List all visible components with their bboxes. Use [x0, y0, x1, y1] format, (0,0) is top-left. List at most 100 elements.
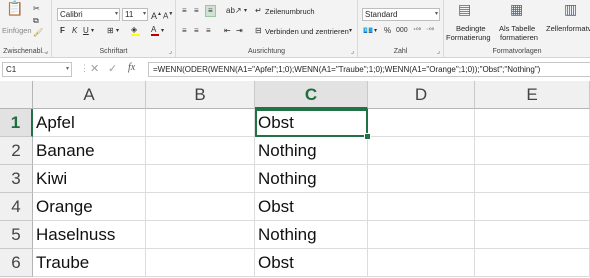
row-header[interactable]: 2: [0, 137, 33, 165]
cell-d3[interactable]: [368, 165, 475, 193]
merge-center-icon[interactable]: ⊟: [255, 26, 262, 36]
wrap-text-icon[interactable]: ↵: [255, 6, 262, 16]
cell-e1[interactable]: [475, 109, 590, 137]
cell-c6[interactable]: Obst: [255, 249, 368, 277]
cell-e4[interactable]: [475, 193, 590, 221]
name-box[interactable]: C1 ▾: [2, 62, 72, 77]
align-center-icon[interactable]: ≡: [194, 26, 199, 36]
cell-a6[interactable]: Traube: [33, 249, 146, 277]
column-header-c[interactable]: C: [255, 81, 368, 109]
number-format-select[interactable]: Standard ▾: [362, 8, 440, 21]
cell-a4[interactable]: Orange: [33, 193, 146, 221]
cell-c2[interactable]: Nothing: [255, 137, 368, 165]
cell-b6[interactable]: [146, 249, 255, 277]
formula-input[interactable]: =WENN(ODER(WENN(A1="Apfel";1;0);WENN(A1=…: [148, 62, 590, 77]
cell-e2[interactable]: [475, 137, 590, 165]
column-header-d[interactable]: D: [368, 81, 475, 109]
grow-font-icon[interactable]: A▲: [151, 9, 162, 21]
cell-e6[interactable]: [475, 249, 590, 277]
bold-button[interactable]: F: [60, 26, 65, 36]
orientation-icon[interactable]: ab↗: [226, 6, 242, 16]
column-header-e[interactable]: E: [475, 81, 590, 109]
cell-d5[interactable]: [368, 221, 475, 249]
cell-b1[interactable]: [146, 109, 255, 137]
cancel-icon[interactable]: ✕: [90, 62, 99, 75]
font-color-icon[interactable]: A: [151, 25, 159, 36]
align-top-icon[interactable]: ≡: [182, 6, 187, 16]
cell-d6[interactable]: [368, 249, 475, 277]
borders-icon[interactable]: ⊞: [107, 26, 114, 36]
cut-icon[interactable]: ✂: [33, 4, 40, 14]
chevron-down-icon[interactable]: ▾: [349, 26, 352, 36]
cell-c3[interactable]: Nothing: [255, 165, 368, 193]
format-painter-icon[interactable]: 🖌: [33, 28, 43, 38]
font-family-select[interactable]: Calibri ▾: [57, 8, 120, 21]
row-header[interactable]: 3: [0, 165, 33, 193]
cell-c1[interactable]: Obst: [255, 109, 368, 137]
cell-e3[interactable]: [475, 165, 590, 193]
cell-d4[interactable]: [368, 193, 475, 221]
chevron-down-icon[interactable]: ▾: [374, 26, 377, 36]
font-launcher-icon[interactable]: ⌟: [169, 47, 172, 55]
conditional-formatting-icon[interactable]: ▤: [458, 2, 471, 16]
clipboard-launcher-icon[interactable]: ⌟: [45, 47, 48, 55]
align-right-icon[interactable]: ≡: [206, 26, 211, 36]
cell-a3[interactable]: Kiwi: [33, 165, 146, 193]
decrease-indent-icon[interactable]: ⇤: [224, 26, 231, 36]
cell-b4[interactable]: [146, 193, 255, 221]
row-header[interactable]: 6: [0, 249, 33, 277]
percent-button[interactable]: %: [384, 26, 391, 36]
cell-d2[interactable]: [368, 137, 475, 165]
fill-handle[interactable]: [364, 133, 371, 140]
cell-b5[interactable]: [146, 221, 255, 249]
shrink-font-icon[interactable]: A▼: [163, 9, 173, 22]
conditional-formatting-label-1[interactable]: Bedingte: [456, 24, 486, 33]
cell-d1[interactable]: [368, 109, 475, 137]
italic-button[interactable]: K: [72, 26, 77, 36]
chevron-down-icon[interactable]: ▾: [244, 6, 247, 16]
thousands-button[interactable]: 000: [396, 26, 408, 36]
cell-styles-icon[interactable]: ▥: [564, 2, 577, 16]
align-bottom-icon[interactable]: ≡: [205, 5, 216, 17]
chevron-down-icon[interactable]: ▾: [116, 26, 119, 36]
format-as-table-icon[interactable]: ▦: [510, 2, 523, 16]
underline-button[interactable]: U: [83, 26, 89, 36]
paste-button[interactable]: Einfügen: [2, 26, 32, 35]
chevron-down-icon[interactable]: ▾: [91, 26, 94, 36]
chevron-down-icon[interactable]: ▾: [66, 63, 69, 76]
cell-b2[interactable]: [146, 137, 255, 165]
cell-a5[interactable]: Haselnuss: [33, 221, 146, 249]
select-all-corner[interactable]: [0, 81, 33, 109]
conditional-formatting-label-2[interactable]: Formatierung: [446, 33, 491, 42]
chevron-down-icon[interactable]: ▾: [161, 26, 164, 36]
format-as-table-label-1[interactable]: Als Tabelle: [499, 24, 535, 33]
cell-c4[interactable]: Obst: [255, 193, 368, 221]
merge-center-button[interactable]: Verbinden und zentrieren: [265, 27, 349, 36]
cell-a1[interactable]: Apfel: [33, 109, 146, 137]
format-as-table-label-2[interactable]: formatieren: [500, 33, 538, 42]
column-header-a[interactable]: A: [33, 81, 146, 109]
cell-e5[interactable]: [475, 221, 590, 249]
wrap-text-button[interactable]: Zeilenumbruch: [265, 7, 315, 16]
row-header[interactable]: 5: [0, 221, 33, 249]
cell-c5[interactable]: Nothing: [255, 221, 368, 249]
accounting-format-icon[interactable]: 💶: [363, 26, 373, 36]
row-header[interactable]: 4: [0, 193, 33, 221]
row-header[interactable]: 1: [0, 109, 33, 137]
align-left-icon[interactable]: ≡: [182, 26, 187, 36]
align-middle-icon[interactable]: ≡: [194, 6, 199, 16]
copy-icon[interactable]: ⧉: [33, 16, 39, 26]
alignment-launcher-icon[interactable]: ⌟: [351, 47, 354, 55]
insert-function-button[interactable]: fx: [128, 62, 135, 73]
cell-b3[interactable]: [146, 165, 255, 193]
increase-indent-icon[interactable]: ⇥: [236, 26, 243, 36]
cell-styles-label[interactable]: Zellenformatvor: [546, 24, 590, 33]
fill-color-icon[interactable]: ◈: [131, 25, 140, 36]
font-size-select[interactable]: 11 ▾: [122, 8, 148, 21]
cell-a2[interactable]: Banane: [33, 137, 146, 165]
decrease-decimal-icon[interactable]: ⁻⁰⁰: [426, 26, 434, 36]
confirm-icon[interactable]: ✓: [108, 62, 117, 75]
column-header-b[interactable]: B: [146, 81, 255, 109]
paste-icon[interactable]: 📋: [6, 1, 23, 15]
number-launcher-icon[interactable]: ⌟: [437, 47, 440, 55]
